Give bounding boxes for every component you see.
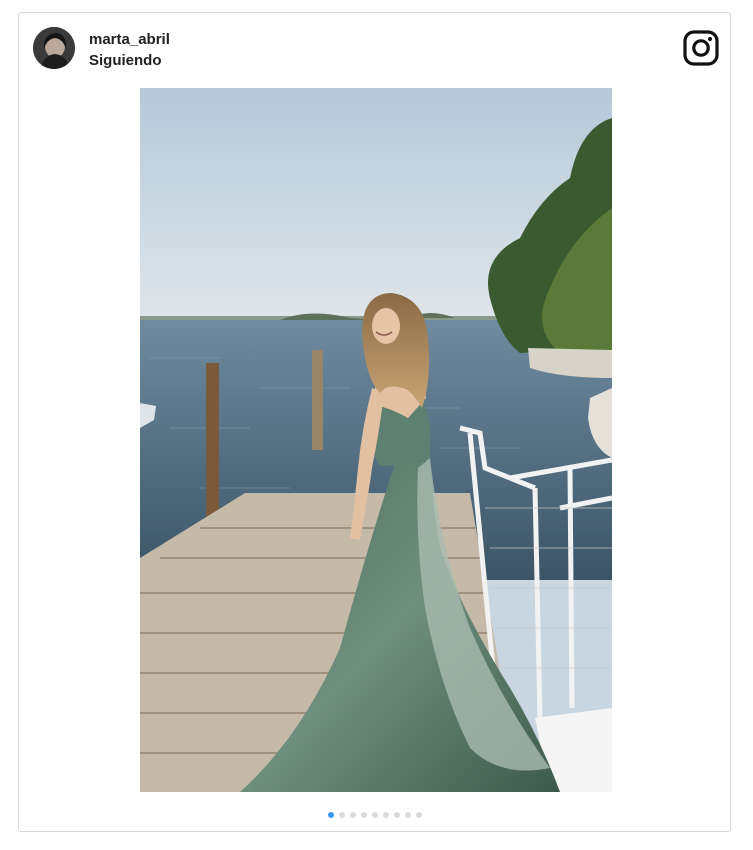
instagram-icon[interactable] bbox=[683, 30, 719, 66]
carousel-dot[interactable] bbox=[327, 812, 334, 818]
instagram-post-card: marta_abril Siguiendo bbox=[18, 12, 731, 832]
carousel-dot[interactable] bbox=[338, 812, 345, 818]
avatar-image bbox=[33, 27, 75, 69]
carousel-dot[interactable] bbox=[393, 812, 400, 818]
carousel-dot[interactable] bbox=[360, 812, 367, 818]
carousel-dot[interactable] bbox=[415, 812, 422, 818]
carousel-dot[interactable] bbox=[371, 812, 378, 818]
follow-status[interactable]: Siguiendo bbox=[89, 52, 162, 69]
post-photo[interactable] bbox=[140, 88, 612, 792]
photo-scene bbox=[140, 88, 612, 792]
carousel-dot[interactable] bbox=[382, 812, 389, 818]
carousel-dot[interactable] bbox=[404, 812, 411, 818]
username-link[interactable]: marta_abril bbox=[89, 31, 170, 48]
carousel-dot[interactable] bbox=[349, 812, 356, 818]
carousel-indicator bbox=[19, 812, 730, 820]
avatar[interactable] bbox=[33, 27, 75, 69]
